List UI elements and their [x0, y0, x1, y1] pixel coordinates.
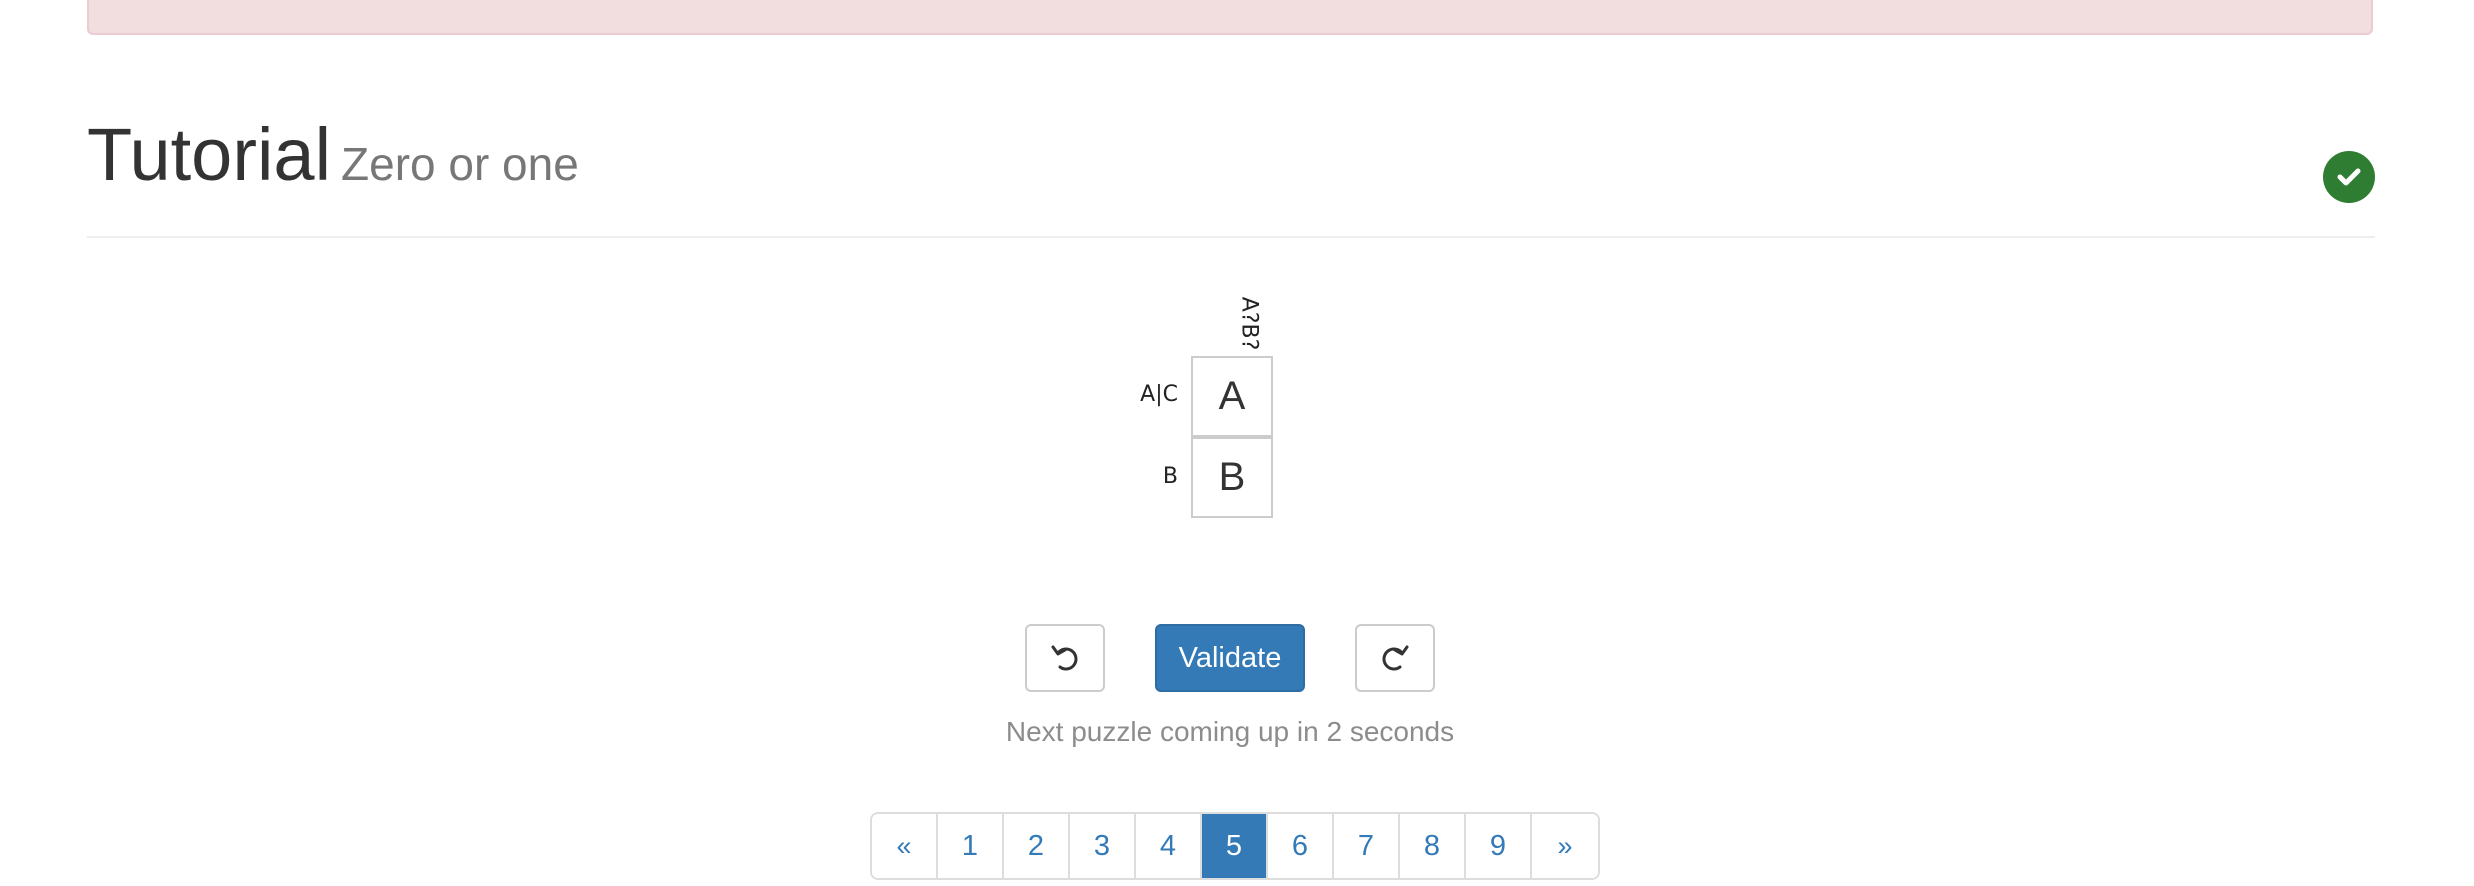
validate-button[interactable]: Validate: [1155, 624, 1305, 692]
page-header: Tutorial Zero or one: [87, 110, 2375, 238]
alert-banner: [87, 0, 2373, 35]
page-link[interactable]: 4: [1136, 814, 1202, 878]
puzzle-grid: A?B? A|C B A B: [1130, 280, 1330, 530]
row-clue: B: [1162, 464, 1178, 489]
status-message: Next puzzle coming up in 2 seconds: [1005, 716, 1455, 747]
grid-cell[interactable]: B: [1191, 437, 1273, 518]
page-link[interactable]: 3: [1070, 814, 1136, 878]
page-link[interactable]: 8: [1400, 814, 1466, 878]
undo-icon: [1051, 645, 1078, 671]
page-link[interactable]: 1: [938, 814, 1004, 878]
page-link[interactable]: 9: [1466, 814, 1532, 878]
undo-button[interactable]: [1025, 624, 1105, 692]
page-link-active[interactable]: 5: [1202, 814, 1268, 878]
column-clue-text: A?B?: [1236, 296, 1262, 350]
page-link[interactable]: 2: [1004, 814, 1070, 878]
pagination-next-button[interactable]: »: [1532, 814, 1598, 878]
check-mark-glyph: [2337, 168, 2361, 186]
title-text: Tutorial: [87, 113, 332, 196]
row-clue: A|C: [1140, 382, 1178, 407]
pagination: « 1 2 3 4 5 6 7 8 9 »: [870, 812, 1600, 880]
column-clue: A?B?: [1230, 288, 1268, 358]
redo-button[interactable]: [1355, 624, 1435, 692]
pagination-prev-button[interactable]: «: [872, 814, 938, 878]
grid-cell[interactable]: A: [1191, 356, 1273, 437]
puzzle-subtitle: Zero or one: [341, 138, 579, 190]
page-link[interactable]: 7: [1334, 814, 1400, 878]
page-title: Tutorial Zero or one: [87, 118, 579, 192]
redo-icon: [1382, 645, 1409, 671]
check-icon: [2323, 151, 2375, 203]
page-link[interactable]: 6: [1268, 814, 1334, 878]
